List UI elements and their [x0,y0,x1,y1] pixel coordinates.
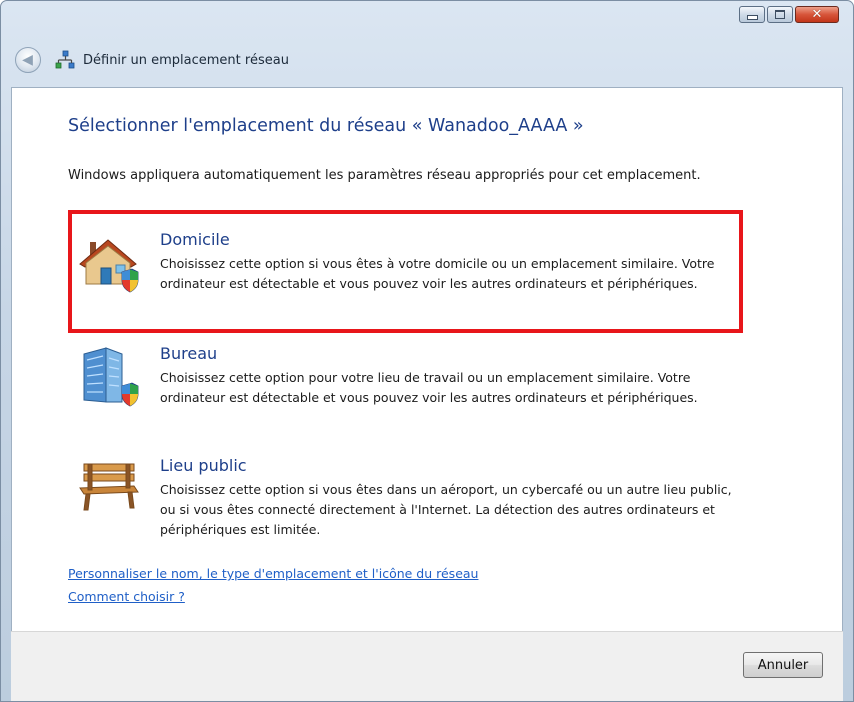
back-button[interactable]: ◀ [15,47,41,73]
option-public-description: Choisissez cette option si vous êtes dan… [160,482,732,537]
how-to-choose-link[interactable]: Comment choisir ? [68,589,185,604]
navigation-bar: ◀ Définir un emplacement réseau [15,45,289,75]
park-bench-icon [79,463,139,511]
option-home[interactable]: Domicile Choisissez cette option si vous… [76,230,736,326]
caption-buttons: ✕ [739,6,839,23]
close-icon: ✕ [811,7,823,22]
minimize-icon [746,14,758,20]
back-arrow-icon: ◀ [22,52,33,68]
window-title: Définir un emplacement réseau [83,52,289,68]
option-public-title: Lieu public [160,456,247,475]
maximize-button[interactable] [767,6,793,23]
cancel-button[interactable]: Annuler [743,652,823,678]
intro-text: Windows appliquera automatiquement les p… [68,168,701,183]
option-public[interactable]: Lieu public Choisissez cette option si v… [76,456,736,552]
close-button[interactable]: ✕ [795,6,839,23]
network-icon [55,50,75,69]
option-home-description: Choisissez cette option si vous êtes à v… [160,256,715,291]
dialog-window: ✕ ◀ Définir un emplacement réseau Sélect… [0,0,854,702]
page-heading: Sélectionner l'emplacement du réseau « W… [68,116,584,136]
option-office-description: Choisissez cette option pour votre lieu … [160,370,698,405]
office-building-icon [83,347,139,407]
option-office[interactable]: Bureau Choisissez cette option pour votr… [76,344,736,440]
house-icon [79,239,139,293]
maximize-icon [775,10,785,19]
customize-network-link[interactable]: Personnaliser le nom, le type d'emplacem… [68,566,478,581]
content-panel: Sélectionner l'emplacement du réseau « W… [11,87,843,631]
option-home-title: Domicile [160,230,230,249]
minimize-button[interactable] [739,6,765,23]
footer-bar: Annuler [11,631,843,701]
option-office-title: Bureau [160,344,218,363]
